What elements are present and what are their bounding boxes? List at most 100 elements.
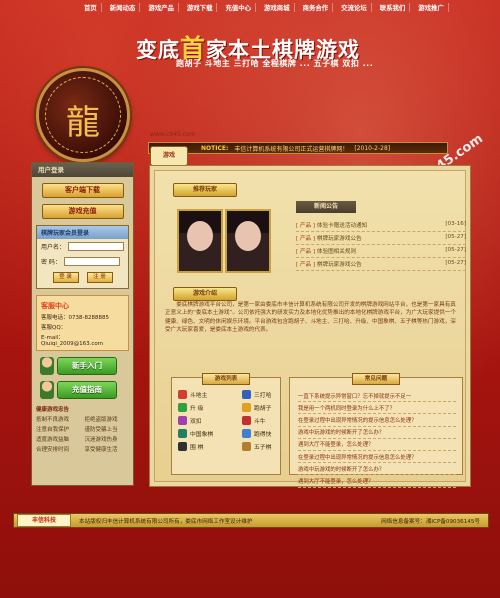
nav-forum[interactable]: 交流论坛 [337, 2, 372, 12]
news-item[interactable]: [ 产品 ] 棋牌玩家游戏公告 [05-27] [296, 258, 466, 271]
player-photo-1[interactable] [177, 209, 223, 273]
footer-icp: 网络信息备案号：湘ICP备09036145号 [381, 518, 480, 525]
game-item[interactable]: 跑得快 [242, 429, 282, 438]
login-title: 棋牌玩家会员登录 [37, 226, 128, 239]
faq-item[interactable]: 一直下系统提示异常窗口？忘不掉就提示不足一 [298, 390, 456, 403]
news-category: [ 产品 ] [296, 223, 316, 229]
health-item: 谨防受骗上当 [84, 427, 118, 433]
game-icon [178, 403, 187, 412]
notice-text[interactable]: 丰信计算机系统有限公司正式运营棋牌网！ [234, 144, 348, 153]
recharge-guide-button[interactable]: 充值指南 [40, 381, 125, 399]
game-label: 中国象棋 [190, 432, 214, 438]
game-label: 跑得快 [254, 432, 272, 438]
game-icon [242, 416, 251, 425]
game-item[interactable]: 三打哈 [242, 390, 282, 399]
faq-item[interactable]: 游戏中玩游戏的时候断开了怎么办？ [298, 463, 456, 476]
game-item[interactable]: 升 级 [178, 403, 236, 412]
health-item: 沉迷游戏伤身 [84, 437, 118, 443]
game-item[interactable]: 斗牛 [242, 416, 282, 425]
top-navigation: 首页 新闻动态 游戏产品 游戏下载 充值中心 游戏商城 商务合作 交流论坛 联系… [80, 0, 500, 14]
game-label: 跑胡子 [254, 406, 272, 412]
game-item[interactable]: 围 棋 [178, 442, 236, 451]
faq-item[interactable]: 遇到大厅不能登录，怎么处理？ [298, 475, 456, 488]
newbie-guide-button[interactable]: 新手入门 [40, 357, 125, 375]
game-icon [242, 429, 251, 438]
nav-shop[interactable]: 游戏商城 [260, 2, 295, 12]
site-url: www.c945.com [150, 131, 196, 138]
notice-bar: NOTICE: 丰信计算机系统有限公司正式运营棋牌网！ [2010-2-28] [148, 142, 448, 154]
game-list-title: 游戏列表 [202, 373, 250, 385]
faq-box: 常见问题 一直下系统提示异常窗口？忘不掉就提示不足一 我是用一个两机同时登录为什… [289, 373, 463, 488]
news-item[interactable]: [ 产品 ] 体验图相关规则 [05-27] [296, 245, 466, 258]
service-title: 客服中心 [41, 302, 69, 310]
news-category: [ 产品 ] [296, 236, 316, 242]
news-title: 新闻公告 [296, 201, 356, 213]
intro-text: 娄底棋牌游戏平台公司，是第一家由娄底市丰信计算机系统有限公司开发的棋牌游戏网站平… [165, 302, 457, 334]
nav-promotion[interactable]: 游戏推广 [414, 2, 449, 12]
intro-ribbon: 游戏介绍 [173, 287, 237, 301]
game-label: 围 棋 [190, 445, 204, 451]
health-item: 注意自我保护 [36, 427, 70, 433]
news-list: [ 产品 ] 体验卡赠送活动通知 [03-16] [ 产品 ] 棋牌玩家游戏公告[… [296, 219, 466, 271]
site-logo[interactable]: 龍 [36, 68, 130, 162]
username-input[interactable] [68, 242, 124, 251]
nav-news[interactable]: 新闻动态 [106, 2, 141, 12]
faq-item[interactable]: 遇到大厅不能登录，怎么处理？ [298, 439, 456, 451]
client-download-button[interactable]: 客户端下载 [41, 183, 124, 198]
game-badge: 游戏 [150, 146, 188, 166]
register-button[interactable]: 注 册 [86, 272, 113, 283]
nav-recharge[interactable]: 充值中心 [221, 2, 257, 12]
newbie-guide-label: 新手入门 [57, 357, 117, 375]
login-button[interactable]: 登 录 [52, 272, 79, 283]
faq-item[interactable]: 游戏中玩游戏的时候断开了怎么办？ [298, 427, 456, 439]
game-item[interactable]: 斗地主 [178, 390, 236, 399]
nav-products[interactable]: 游戏产品 [144, 2, 179, 12]
nav-home[interactable]: 首页 [80, 2, 102, 12]
game-item[interactable]: 中国象棋 [178, 429, 236, 438]
game-item[interactable]: 跑胡子 [242, 403, 282, 412]
game-label: 升 级 [190, 406, 204, 412]
news-item[interactable]: [ 产品 ] 体验卡赠送活动通知 [03-16] [296, 219, 466, 232]
nav-business[interactable]: 商务合作 [299, 2, 334, 12]
footer-copyright: 本站版权归丰信计算机系统有限公司所有，娄底市网络工作室设计维护 [79, 518, 253, 525]
game-icon [178, 442, 187, 451]
sidebar-header: 用户登录 [32, 163, 133, 177]
news-headline: 体验卡赠送活动通知 [316, 223, 368, 229]
login-box: 棋牌玩家会员登录 用户名： 密 码： 登 录 注 册 [36, 225, 129, 289]
main-content: 推荐玩家 新闻公告 [ 产品 ] 体验卡赠送活动通知 [03-16] [ 产品 ]… [149, 165, 471, 488]
nav-download[interactable]: 游戏下载 [183, 2, 218, 12]
player-avatar-icon [40, 381, 54, 399]
footer-logo[interactable]: 丰信科技 [17, 514, 71, 527]
header-game-list: 跑胡子 斗地主 三打哈 全程棋牌 ... 五子棋 双扣 ... [176, 59, 374, 68]
game-grid: 斗地主 三打哈 升 级 跑胡子 双扣 斗牛 中国象棋 跑得快 围 棋 五子棋 [178, 390, 282, 451]
nav-contact[interactable]: 联系我们 [376, 2, 411, 12]
health-advice: 健康游戏忠告 抵制不良游戏 拒绝盗版游戏 注意自我保护 谨防受骗上当 适度游戏益… [36, 405, 129, 453]
faq-item[interactable]: 在登录过程中出现异常情况的提示信息怎么处理？ [298, 414, 456, 427]
faq-item[interactable]: 我是用一个两机同时登录为什么上不了？ [298, 402, 456, 415]
news-item[interactable]: [ 产品 ] 棋牌玩家游戏公告 [05-27] [296, 232, 466, 245]
photo-face [187, 221, 213, 251]
left-sidebar: 用户登录 客户端下载 游戏充值 棋牌玩家会员登录 用户名： 密 码： 登 录 注… [31, 162, 134, 486]
game-label: 斗地主 [190, 393, 208, 399]
footer: 丰信科技 本站版权归丰信计算机系统有限公司所有，娄底市网络工作室设计维护 网络信… [13, 513, 489, 528]
game-item[interactable]: 五子棋 [242, 442, 282, 451]
health-item: 合理安排时间 [36, 447, 70, 453]
service-phone: 客服电话：0738-8288885 [41, 315, 109, 321]
player-avatar-icon [40, 357, 54, 375]
news-date: [05-27] [445, 234, 466, 240]
service-email[interactable]: E-mail：Qiuiqi_2009@163.com [41, 333, 124, 347]
game-icon [242, 442, 251, 451]
news-date: [05-27] [445, 247, 466, 253]
game-icon [178, 390, 187, 399]
news-headline: 体验图相关规则 [316, 249, 357, 255]
game-recharge-button[interactable]: 游戏充值 [41, 204, 124, 219]
news-headline: 棋牌玩家游戏公告 [316, 236, 362, 242]
news-category: [ 产品 ] [296, 249, 316, 255]
game-item[interactable]: 双扣 [178, 416, 236, 425]
password-input[interactable] [63, 257, 120, 266]
health-list: 抵制不良游戏 拒绝盗版游戏 注意自我保护 谨防受骗上当 适度游戏益脑 沉迷游戏伤… [36, 415, 129, 453]
health-item: 拒绝盗版游戏 [84, 417, 118, 423]
player-photo-2[interactable] [225, 209, 271, 273]
faq-list: 一直下系统提示异常窗口？忘不掉就提示不足一 我是用一个两机同时登录为什么上不了？… [298, 390, 456, 488]
faq-item[interactable]: 在登录过程中出现异常情况的提示信息怎么处理？ [298, 451, 456, 464]
